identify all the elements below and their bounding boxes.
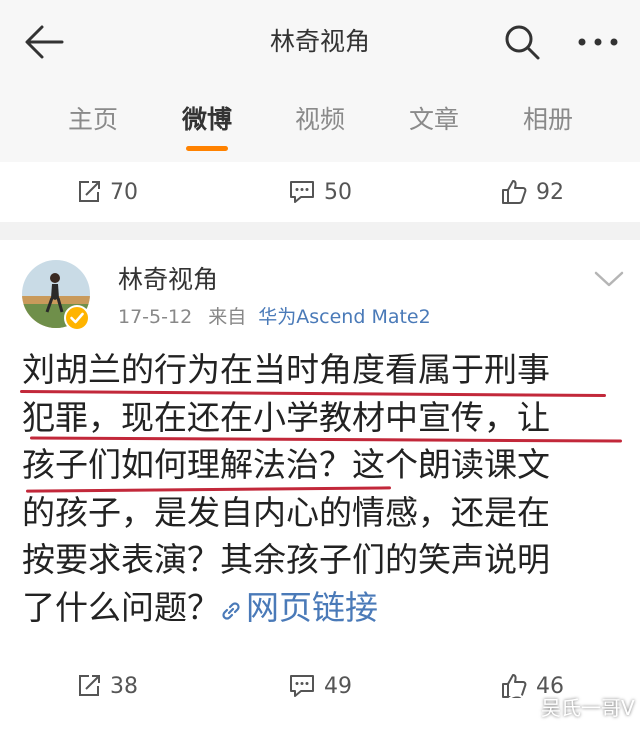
- post-line: 的孩子，是发自内心的情感，还是在: [22, 492, 550, 532]
- tab-album[interactable]: 相册: [498, 102, 598, 138]
- search-icon[interactable]: [502, 22, 542, 62]
- like-button[interactable]: 92: [500, 162, 564, 222]
- comment-button[interactable]: 50: [288, 162, 352, 222]
- comment-icon: [290, 675, 314, 697]
- post-line: 犯罪，现在还在小学教材中宣传，让: [22, 397, 550, 437]
- comment-icon: [290, 181, 314, 203]
- profile-tabs: 主页 微博 视频 文章 相册: [0, 84, 640, 163]
- repost-button[interactable]: 38: [76, 656, 138, 716]
- tab-weibo[interactable]: 微博: [157, 102, 257, 138]
- post-date: 17-5-12: [118, 306, 193, 328]
- tab-articles[interactable]: 文章: [384, 102, 484, 138]
- wechat-icon: [506, 694, 533, 717]
- comment-button[interactable]: 49: [288, 656, 352, 716]
- post-line-last: 了什么问题？ 网页链接: [22, 584, 622, 632]
- like-count: 92: [536, 179, 564, 205]
- source-prefix: 来自: [208, 306, 247, 328]
- web-link[interactable]: 网页链接: [220, 588, 378, 627]
- verified-badge-icon: [64, 305, 90, 331]
- post-line: 按要求表演？其余孩子们的笑声说明: [22, 540, 550, 579]
- post-line: 孩子们如何理解法治？这个朗读课文: [22, 445, 550, 484]
- tab-home[interactable]: 主页: [43, 102, 143, 138]
- repost-icon: [79, 675, 100, 696]
- comment-count: 49: [324, 673, 352, 699]
- active-tab-indicator: [186, 146, 228, 151]
- web-link-label: 网页链接: [246, 587, 378, 627]
- like-icon: [502, 180, 527, 204]
- link-icon: [222, 601, 240, 620]
- post-line: 了什么问题？: [22, 587, 220, 627]
- post-source[interactable]: 华为Ascend Mate2: [258, 306, 430, 328]
- post-line: 刘胡兰的行为在当时角度看属于刑事: [22, 350, 550, 389]
- more-icon[interactable]: [574, 30, 622, 54]
- repost-icon: [79, 181, 100, 202]
- comment-count: 50: [324, 179, 352, 205]
- previous-post-actions: 70 50 92: [0, 162, 640, 222]
- previous-post-card: 70 50 92: [0, 162, 640, 222]
- watermark: 吴氏一哥V: [505, 690, 635, 722]
- author-name[interactable]: 林奇视角: [118, 262, 218, 298]
- weibo-post-card: 林奇视角 17-5-12 来自 华为Ascend Mate2 刘胡兰的行为在当时…: [0, 240, 640, 731]
- post-meta: 17-5-12 来自 华为Ascend Mate2: [118, 302, 431, 332]
- repost-count: 38: [110, 673, 138, 699]
- top-bar: 林奇视角: [0, 0, 640, 84]
- tab-video[interactable]: 视频: [270, 102, 370, 138]
- repost-button[interactable]: 70: [76, 162, 138, 222]
- page-title: 林奇视角: [269, 27, 370, 56]
- watermark-text: 吴氏一哥V: [541, 695, 635, 720]
- repost-count: 70: [110, 179, 138, 205]
- chevron-down-icon[interactable]: [592, 268, 626, 290]
